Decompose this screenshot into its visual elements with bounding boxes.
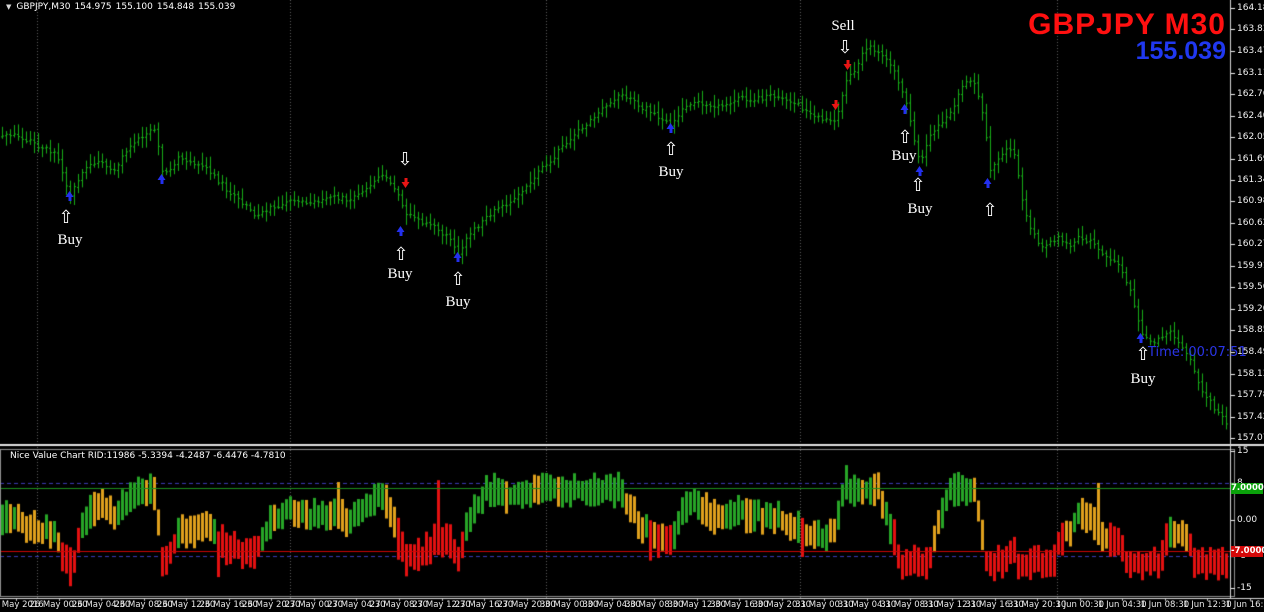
white-up-arrow-icon: ⇧ <box>393 246 408 264</box>
price-tick-label: 162.050 <box>1237 132 1264 142</box>
chart-canvas[interactable] <box>0 0 1264 612</box>
price-tick-label: 158.490 <box>1237 347 1264 357</box>
time-tick-label: 1 Jun 12:30 <box>1183 600 1232 610</box>
white-up-arrow-icon: ⇧ <box>1135 346 1150 364</box>
indicator-title: Nice Value Chart RID:11986 -5.3394 -4.24… <box>10 451 286 461</box>
white-up-arrow-icon: ⇧ <box>982 202 997 220</box>
white-up-arrow-icon: ⇧ <box>910 177 925 195</box>
sell-signal-arrow <box>844 59 853 70</box>
sell-signal-arrow <box>832 99 841 110</box>
white-up-arrow-icon: ⇧ <box>450 271 465 289</box>
price-tick-label: 157.070 <box>1237 433 1264 443</box>
white-up-arrow-icon: ⇧ <box>897 129 912 147</box>
symbol-period-label: GBPJPY,M30 <box>16 2 70 12</box>
buy-signal-arrow <box>667 123 676 134</box>
upper-level-badge: 7.0000 <box>1231 483 1263 494</box>
time-tick-label: 1 Jun 08:30 <box>1141 600 1190 610</box>
price-tick-label: 160.270 <box>1237 239 1264 249</box>
ohlc-open: 154.975 <box>74 2 111 12</box>
indicator-tick-label: 15 <box>1237 446 1248 456</box>
price-tick-label: 160.620 <box>1237 218 1264 228</box>
price-tick-label: 158.850 <box>1237 325 1264 335</box>
mt4-chart-window: ▼GBPJPY,M30154.975155.100154.848155.039 … <box>0 0 1264 612</box>
candle-countdown-text: Time: 00:07:51 <box>1148 345 1247 360</box>
price-tick-label: 159.910 <box>1237 261 1264 271</box>
buy-signal-arrow <box>984 178 993 189</box>
ohlc-low: 154.848 <box>157 2 194 12</box>
buy-signal-arrow <box>1137 333 1146 344</box>
buy-signal-arrow <box>66 191 75 202</box>
price-tick-label: 161.340 <box>1237 175 1264 185</box>
price-tick-label: 158.130 <box>1237 369 1264 379</box>
indicator-tick-label: 0.00 <box>1237 515 1257 525</box>
white-up-arrow-icon: ⇧ <box>663 141 678 159</box>
buy-label: Buy <box>658 164 683 181</box>
buy-signal-arrow <box>454 252 463 263</box>
ohlc-high: 155.100 <box>116 2 153 12</box>
buy-label: Buy <box>1130 371 1155 388</box>
buy-signal-arrow <box>901 104 910 115</box>
time-tick-label: 1 Jun 04:30 <box>1098 600 1147 610</box>
sell-label: Sell <box>831 18 854 35</box>
buy-label: Buy <box>445 294 470 311</box>
symbol-ohlc-overlay: ▼ GBPJPY,M30 154.975 155.100 154.848 155.039 <box>6 2 239 12</box>
price-tick-label: 161.690 <box>1237 154 1264 164</box>
time-tick-label: 1 Jun 00:30 <box>1055 600 1104 610</box>
price-tick-label: 162.760 <box>1237 89 1264 99</box>
buy-label: Buy <box>891 148 916 165</box>
white-down-arrow-icon: ⇩ <box>837 39 852 57</box>
price-tick-label: 159.560 <box>1237 282 1264 292</box>
dropdown-triangle-icon[interactable]: ▼ <box>6 3 11 11</box>
ohlc-close: 155.039 <box>198 2 235 12</box>
buy-label: Buy <box>57 232 82 249</box>
time-tick-label: 1 Jun 16:30 <box>1226 600 1264 610</box>
time-axis: 25 May 201626 May 00:3026 May 04:3026 Ma… <box>0 600 1264 612</box>
price-tick-label: 164.180 <box>1237 3 1264 13</box>
price-tick-label: 157.780 <box>1237 390 1264 400</box>
price-tick-label: 160.980 <box>1237 196 1264 206</box>
lower-level-badge: -7.0000 <box>1231 546 1263 557</box>
buy-label: Buy <box>907 201 932 218</box>
watermark-price: 155.039 <box>1136 37 1226 66</box>
price-tick-label: 157.420 <box>1237 412 1264 422</box>
price-tick-label: 162.400 <box>1237 111 1264 121</box>
buy-signal-arrow <box>397 226 406 237</box>
white-down-arrow-icon: ⇩ <box>397 151 412 169</box>
price-tick-label: 163.470 <box>1237 46 1264 56</box>
sell-signal-arrow <box>402 177 411 188</box>
indicator-tick-label: -15 <box>1237 583 1252 593</box>
buy-label: Buy <box>387 266 412 283</box>
price-tick-label: 163.110 <box>1237 68 1264 78</box>
price-tick-label: 163.830 <box>1237 24 1264 34</box>
buy-signal-arrow <box>158 174 167 185</box>
white-up-arrow-icon: ⇧ <box>58 209 73 227</box>
price-tick-label: 159.200 <box>1237 304 1264 314</box>
